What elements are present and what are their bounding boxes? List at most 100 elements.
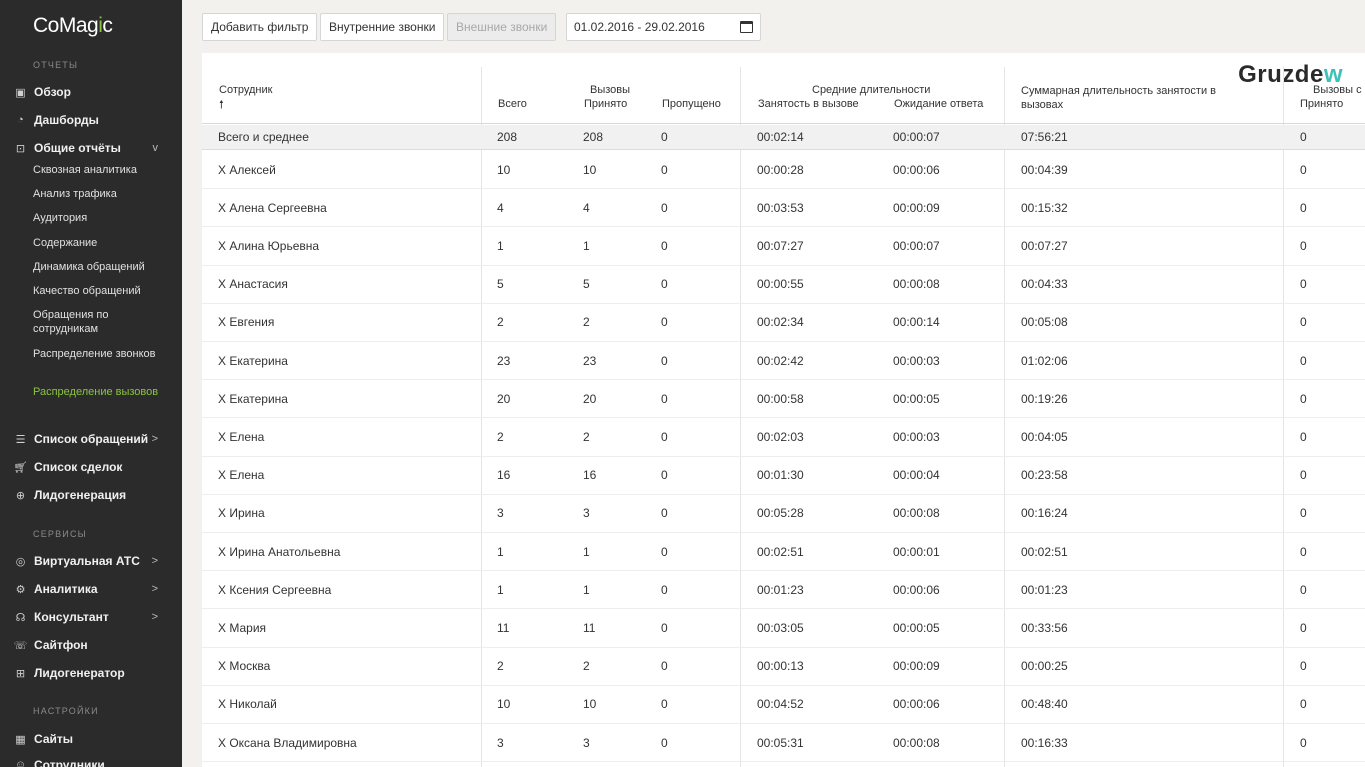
header-total[interactable]: Всего xyxy=(498,98,527,110)
table-row[interactable]: X Алина Юрьевна 1 1 0 00:07:27 00:00:07 00:07:… xyxy=(202,227,1365,266)
table-row[interactable]: X Елена 16 16 0 00:01:30 00:00:04 00:23:58 0 xyxy=(202,457,1365,495)
header-busy[interactable]: Занятость в вызове xyxy=(758,98,859,110)
section-title-settings: НАСТРОЙКИ xyxy=(33,706,99,716)
cell-name[interactable]: X Ирина Анатольевна xyxy=(218,533,340,570)
table-row[interactable]: X Алексей 10 10 0 00:00:28 00:00:06 00:04:39 0 xyxy=(202,151,1365,190)
cell-sum: 00:05:08 xyxy=(1021,315,1068,330)
cell-busy: 00:04:52 xyxy=(757,697,804,712)
cell-name[interactable]: X Мария xyxy=(218,609,266,646)
sort-arrow-icon[interactable]: 🠕 xyxy=(219,96,224,115)
table-row[interactable]: X Анастасия 5 5 0 00:00:55 00:00:08 00:04:33 0 xyxy=(202,266,1365,304)
nav-item-employees[interactable]: ☺ Сотрудники xyxy=(14,755,174,767)
table-row[interactable]: X Николай 10 10 0 00:04:52 00:00:06 00:48:40 0 xyxy=(202,686,1365,724)
cell-missed: 0 xyxy=(661,238,668,253)
nav-label: Список сделок xyxy=(34,460,123,474)
sidebar: CoMagic ОТЧЕТЫ ▣ Обзор ◔ Дашборды ⊡ Общи… xyxy=(0,0,182,767)
cell-name[interactable]: X Ирина xyxy=(218,495,265,532)
nav-item-consultant[interactable]: ☊ Консультант > xyxy=(14,607,174,627)
cell-name[interactable]: X Алексей xyxy=(218,151,276,188)
nav-item-call-list[interactable]: ☰ Список обращений > xyxy=(14,429,174,449)
table-row[interactable]: X Ксения Сергеевна 1 1 0 00:01:23 00:00:06 00:… xyxy=(202,571,1365,610)
chevron-right-icon: > xyxy=(151,583,158,595)
nav-item-leadgenerator[interactable]: ⊞ Лидогенератор xyxy=(14,663,174,683)
table-row[interactable]: X Ирина 3 3 0 00:05:28 00:00:08 00:16:24 0 xyxy=(202,495,1365,533)
cell-sum: 00:16:33 xyxy=(1021,735,1068,750)
subitem-calls-quality[interactable]: Качество обращений xyxy=(33,284,173,298)
cell-busy: 00:07:27 xyxy=(757,238,804,253)
cell-busy: 00:03:53 xyxy=(757,200,804,215)
cell-name[interactable]: X Алина Юрьевна xyxy=(218,227,319,264)
subitem-calls-dynamics[interactable]: Динамика обращений xyxy=(33,260,173,274)
cell-name[interactable]: X Елена xyxy=(218,457,264,494)
nav-item-virtual-pbx[interactable]: ◎ Виртуальная АТС > xyxy=(14,551,174,571)
nav-item-deal-list[interactable]: 🛒︎ Список сделок xyxy=(14,457,174,477)
nav-item-sitephone[interactable]: ☏ Сайтфон xyxy=(14,635,174,655)
chevron-right-icon: > xyxy=(151,555,158,567)
nav-item-leadgen[interactable]: ⊕ Лидогенерация xyxy=(14,485,174,505)
internal-calls-tab[interactable]: Внутренние звонки xyxy=(320,13,445,41)
header-accepted[interactable]: Принято xyxy=(584,98,627,110)
cell-total: 11 xyxy=(497,620,510,635)
cell-missed: 0 xyxy=(661,544,668,559)
nav-label: Виртуальная АТС xyxy=(34,554,140,568)
table-row[interactable]: X Екатерина 23 23 0 00:02:42 00:00:03 01:02:06… xyxy=(202,342,1365,381)
chevron-right-icon: > xyxy=(151,433,158,445)
subitem-content[interactable]: Содержание xyxy=(33,236,173,250)
header-missed[interactable]: Пропущено xyxy=(662,98,721,110)
header-waiting[interactable]: Ожидание ответа xyxy=(894,98,983,110)
subitem-calls-by-employee[interactable]: Обращения по сотрудникам xyxy=(33,308,173,336)
cell-extra: 0 xyxy=(1300,315,1307,330)
table-row[interactable]: X Елена 2 2 0 00:02:03 00:00:03 00:04:05 0 xyxy=(202,418,1365,457)
nav-item-overview[interactable]: ▣ Обзор xyxy=(14,82,174,102)
table-row[interactable]: X Мария 11 11 0 00:03:05 00:00:05 00:33:56 0 xyxy=(202,609,1365,648)
leadgenerator-icon: ⊞ xyxy=(15,667,26,680)
cell-name[interactable]: X Алена Сергеевна xyxy=(218,189,327,226)
header-accepted-2[interactable]: Принято xyxy=(1300,98,1343,110)
cell-name[interactable]: X Николай xyxy=(218,686,277,723)
table-row[interactable]: X Ирина Анатольевна 1 1 0 00:02:51 00:00:01 00… xyxy=(202,533,1365,572)
external-calls-tab[interactable]: Внешние звонки xyxy=(447,13,557,41)
list-icon: ☰ xyxy=(15,433,26,446)
add-filter-button[interactable]: Добавить фильтр xyxy=(202,13,318,41)
cell-missed: 0 xyxy=(661,315,668,330)
calendar-icon[interactable] xyxy=(740,21,753,33)
table-row[interactable]: X Алена Сергеевна 4 4 0 00:03:53 00:00:09 00:1… xyxy=(202,189,1365,228)
comagic-logo[interactable]: CoMagic xyxy=(33,14,113,38)
cell-busy: 00:00:58 xyxy=(757,391,804,406)
employees-icon: ☺ xyxy=(14,759,27,767)
cell-waiting: 00:00:03 xyxy=(893,429,940,444)
table-row[interactable]: X Екатерина 20 20 0 00:00:58 00:00:05 00:19:26… xyxy=(202,380,1365,419)
table-row[interactable]: X Москва 2 2 0 00:00:13 00:00:09 00:00:25 0 xyxy=(202,648,1365,686)
cell-accepted: 2 xyxy=(583,429,590,444)
cell-name[interactable]: X Екатерина xyxy=(218,380,288,417)
subitem-calls-distribution-active[interactable]: Распределение вызовов xyxy=(33,385,173,399)
subitem-traffic-analysis[interactable]: Анализ трафика xyxy=(33,187,173,201)
cell-accepted: 20 xyxy=(583,391,597,406)
cell-extra: 0 xyxy=(1300,544,1307,559)
cell-name[interactable]: X Евгения xyxy=(218,304,274,341)
cell-name[interactable]: X Москва xyxy=(218,648,270,685)
cell-name[interactable]: X Елена xyxy=(218,418,264,455)
cell-name[interactable]: X Екатерина xyxy=(218,342,288,379)
table-row-total: Всего и среднее 208 208 0 00:02:14 00:00… xyxy=(202,125,1365,150)
nav-item-dashboards[interactable]: ◔ Дашборды xyxy=(14,110,174,130)
header-sum-busy[interactable]: Суммарная длительность занятости в вызов… xyxy=(1021,84,1236,112)
cell-extra: 0 xyxy=(1300,238,1307,253)
cell-name[interactable]: X Ксения Сергеевна xyxy=(218,571,331,608)
header-employee[interactable]: Сотрудник xyxy=(219,84,272,96)
logo-part-2: Mag xyxy=(58,14,99,37)
nav-item-sites[interactable]: ▦ Сайты xyxy=(14,729,174,749)
cell-busy: 00:02:51 xyxy=(757,544,804,559)
subitem-audience[interactable]: Аудитория xyxy=(33,211,173,225)
cell-accepted: 1 xyxy=(583,544,590,559)
date-range-picker[interactable]: 01.02.2016 - 29.02.2016 xyxy=(566,13,761,41)
table-row[interactable]: X Оксана Владимировна 3 3 0 00:05:31 00:00:08… xyxy=(202,724,1365,763)
table-row[interactable]: X Евгения 2 2 0 00:02:34 00:00:14 00:05:08 0 xyxy=(202,304,1365,342)
nav-item-analytics[interactable]: ⚙ Аналитика > xyxy=(14,579,174,599)
subitem-call-distribution[interactable]: Распределение звонков xyxy=(33,347,173,361)
cell-name[interactable]: X Анастасия xyxy=(218,266,288,303)
subitem-through-analytics[interactable]: Сквозная аналитика xyxy=(33,163,173,177)
cell-name[interactable]: X Оксана Владимировна xyxy=(218,724,357,761)
nav-item-general-reports[interactable]: ⊡ Общие отчёты v xyxy=(14,138,174,158)
cell-accepted: 3 xyxy=(583,735,590,750)
